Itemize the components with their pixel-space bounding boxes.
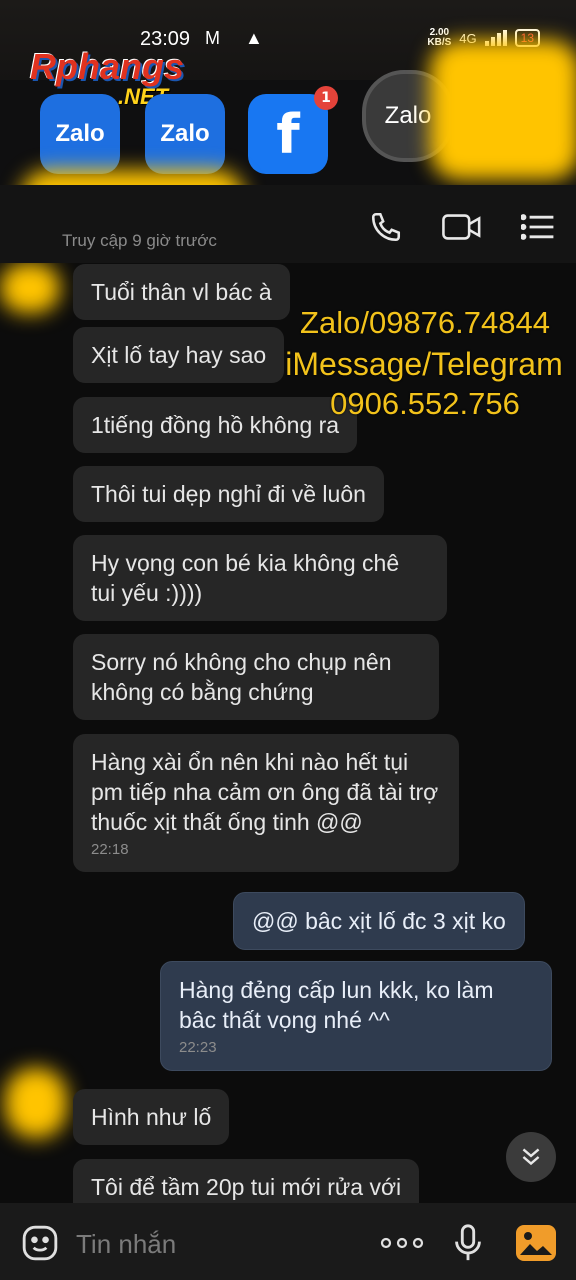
facebook-app-icon[interactable]: f 1 — [248, 86, 338, 174]
double-chevron-down-icon — [522, 1148, 540, 1166]
message-timestamp: 22:23 — [179, 1039, 217, 1056]
message-text: Sorry nó không cho chụp nên không có bằn… — [91, 649, 392, 705]
message-bubble-incoming[interactable]: Tuổi thân vl bác à — [73, 264, 290, 320]
redaction-blur — [430, 40, 576, 180]
facebook-label: f — [276, 102, 300, 166]
chat-header: Truy cập 9 giờ trước — [0, 185, 576, 263]
message-text: Xịt lố tay hay sao — [91, 342, 267, 368]
message-text: Hàng xài ổn nên khi nào hết tụi pm tiếp … — [91, 749, 439, 835]
zalo-app-icon[interactable]: Zalo — [40, 94, 120, 174]
last-seen-status: Truy cập 9 giờ trước — [62, 231, 217, 250]
zalo-label: Zalo — [384, 102, 432, 129]
gallery-button[interactable] — [514, 1221, 558, 1265]
notification-badge: 1 — [314, 86, 338, 110]
message-text: @@ bâc xịt lố đc 3 xịt ko — [252, 908, 506, 934]
zalo-app-icon[interactable]: Zalo — [145, 94, 225, 174]
message-bubble-incoming[interactable]: Xịt lố tay hay sao — [73, 327, 285, 383]
redaction-blur — [0, 263, 60, 313]
contact-overlay-line: Zalo/09876.74844 — [300, 305, 550, 340]
message-composer — [0, 1203, 576, 1280]
message-bubble-incoming[interactable]: Tôi để tầm 20p tui mới rửa với — [73, 1159, 420, 1203]
list-menu-icon — [521, 214, 554, 240]
zalo-label: Zalo — [160, 120, 210, 147]
more-options-button[interactable] — [380, 1221, 424, 1265]
message-timestamp: 22:18 — [91, 841, 129, 858]
message-input[interactable] — [74, 1225, 358, 1263]
video-call-button[interactable] — [442, 207, 482, 247]
message-bubble-incoming[interactable]: Sorry nó không cho chụp nên không có bằn… — [73, 634, 439, 720]
redaction-blur — [5, 1068, 67, 1138]
sticker-button[interactable] — [18, 1221, 62, 1265]
message-text: Tuổi thân vl bác à — [91, 279, 272, 305]
voice-record-button[interactable] — [446, 1221, 490, 1265]
phone-icon — [371, 212, 401, 242]
message-bubble-incoming[interactable]: Thôi tui dẹp nghỉ đi về luôn — [73, 466, 384, 522]
message-bubble-incoming[interactable]: Hình như lố — [73, 1089, 230, 1145]
contact-overlay-line: 0906.552.756 — [330, 386, 520, 421]
message-bubble-outgoing[interactable]: @@ bâc xịt lố đc 3 xịt ko — [233, 892, 525, 950]
more-dots-icon — [380, 1237, 424, 1249]
message-bubble-outgoing[interactable]: Hàng đẻng cấp lun kkk, ko làm bâc thất v… — [160, 961, 552, 1071]
message-text: Hy vọng con bé kia không chê tui yếu :))… — [91, 550, 400, 606]
video-camera-icon — [442, 214, 481, 240]
menu-button[interactable] — [518, 207, 558, 247]
contact-overlay-line: iMessage/Telegram — [285, 346, 563, 382]
message-bubble-incoming[interactable]: Hàng xài ổn nên khi nào hết tụi pm tiếp … — [73, 734, 459, 872]
call-button[interactable] — [366, 207, 406, 247]
message-text: Hình như lố — [91, 1104, 212, 1130]
image-icon — [516, 1225, 556, 1261]
smiley-icon — [22, 1225, 58, 1261]
message-text: Thôi tui dẹp nghỉ đi về luôn — [91, 481, 366, 507]
scroll-to-bottom-button[interactable] — [506, 1132, 556, 1182]
microphone-icon — [455, 1224, 481, 1261]
brand-logo: Rphangs — [30, 46, 185, 87]
notification-icons: M ▲ — [205, 28, 273, 48]
message-text: Hàng đẻng cấp lun kkk, ko làm bâc thất v… — [179, 977, 494, 1033]
zalo-label: Zalo — [55, 120, 105, 147]
message-text: Tôi để tầm 20p tui mới rửa với — [91, 1174, 402, 1200]
message-bubble-incoming[interactable]: Hy vọng con bé kia không chê tui yếu :))… — [73, 535, 447, 621]
